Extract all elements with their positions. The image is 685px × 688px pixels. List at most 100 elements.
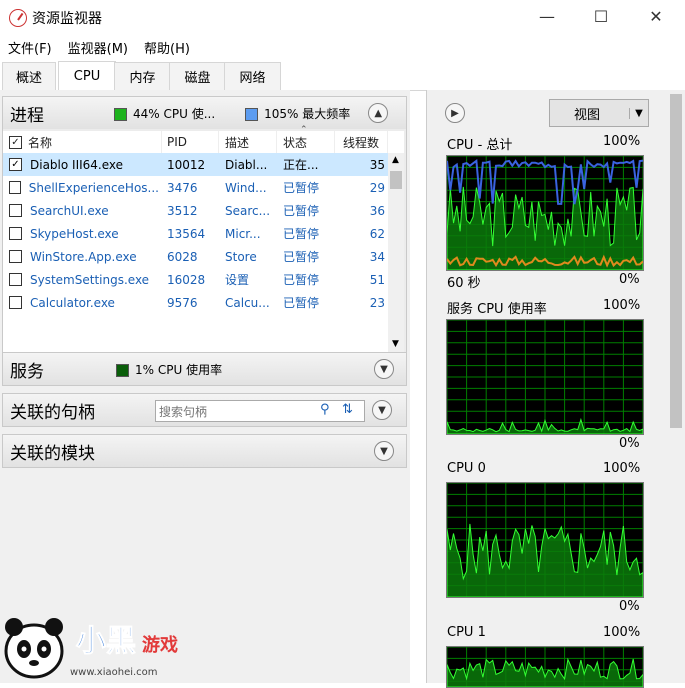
collapse-up-icon[interactable]: ▲: [368, 103, 389, 123]
cpu-0-graph-max: 100%: [603, 461, 641, 476]
menu-help[interactable]: 帮助(H): [136, 34, 198, 58]
process-pid: 13564: [167, 226, 206, 241]
row-checkbox[interactable]: [9, 250, 22, 263]
cpu-1-graph-max: 100%: [603, 625, 641, 640]
process-header[interactable]: 进程 44% CPU 使... 105% 最大频率 ▲: [3, 97, 406, 129]
process-name-text: SkypeHost.exe: [30, 226, 119, 241]
table-row[interactable]: Calculator.exe 9576 Calcu... 已暂停 23: [3, 291, 388, 314]
process-desc: Micr...: [225, 226, 261, 241]
table-row[interactable]: SearchUI.exe 3512 Searc... 已暂停 36: [3, 199, 388, 222]
row-checkbox[interactable]: [9, 227, 22, 240]
service-cpu-graph-min: 0%: [619, 436, 640, 451]
svg-text:小黑: 小黑: [76, 624, 136, 659]
cpu-0-graph: [446, 482, 644, 598]
cpu-total-graph-timespan: 60 秒: [447, 276, 481, 291]
max-freq-text: 105% 最大频率: [264, 106, 351, 121]
collapse-graphs-icon[interactable]: ▶: [445, 103, 465, 123]
process-name: SearchUI.exe: [9, 199, 159, 222]
title-bar: 资源监视器 — ☐ ✕: [0, 0, 685, 34]
table-row[interactable]: SystemSettings.exe 16028 设置 已暂停 51: [3, 268, 388, 291]
tab-cpu[interactable]: CPU: [58, 61, 116, 92]
select-all-checkbox[interactable]: ✓: [9, 135, 22, 149]
table-row[interactable]: WinStore.App.exe 6028 Store 已暂停 34: [3, 245, 388, 268]
process-pid: 10012: [167, 157, 206, 172]
cpu-1-graph: [446, 646, 644, 688]
row-checkbox[interactable]: [9, 273, 22, 286]
vertical-scroll-thumb[interactable]: [390, 171, 402, 189]
process-status: 已暂停: [283, 204, 320, 218]
process-threads: 34: [369, 249, 385, 264]
services-usage-text: 1% CPU 使用率: [135, 362, 223, 377]
tab-overview[interactable]: 概述: [2, 62, 56, 90]
process-desc: Searc...: [225, 203, 271, 218]
process-name: SystemSettings.exe: [9, 268, 159, 291]
modules-header[interactable]: 关联的模块 ▼: [3, 435, 406, 467]
view-label: 视图: [574, 107, 601, 123]
table-row[interactable]: ✓ Diablo III64.exe 10012 Diabl... 正在... 35: [3, 153, 388, 176]
right-pane-scrollbar[interactable]: [667, 90, 685, 683]
modules-expand-icon[interactable]: ▼: [374, 441, 394, 461]
process-title: 进程: [10, 105, 44, 126]
process-status: 已暂停: [283, 273, 320, 287]
process-threads: 29: [369, 180, 385, 195]
table-vertical-scrollbar[interactable]: ▲ ▼: [388, 153, 404, 354]
menu-monitor[interactable]: 监视器(M): [60, 34, 136, 58]
row-checkbox[interactable]: ✓: [9, 158, 22, 171]
tab-disk[interactable]: 磁盘: [169, 62, 226, 90]
process-threads: 62: [369, 226, 385, 241]
cpu-usage-swatch: [114, 107, 127, 121]
handles-expand-icon[interactable]: ▼: [372, 400, 392, 420]
services-section: 服务 1% CPU 使用率 ▼: [2, 352, 407, 386]
column-threads[interactable]: 线程数: [335, 131, 388, 153]
cpu-total-graph-title: CPU - 总计: [447, 138, 513, 153]
row-checkbox[interactable]: [9, 181, 21, 194]
expand-down-icon[interactable]: ▼: [374, 359, 394, 379]
services-title: 服务: [10, 361, 44, 382]
table-row[interactable]: ShellExperienceHos... 3476 Wind... 已暂停 29: [3, 176, 388, 199]
minimize-button[interactable]: —: [524, 0, 570, 32]
view-button[interactable]: 视图 ▼: [549, 99, 649, 127]
services-header[interactable]: 服务 1% CPU 使用率 ▼: [3, 353, 406, 385]
view-dropdown-icon[interactable]: ▼: [629, 107, 648, 119]
search-handles-input[interactable]: 搜索句柄 ⚲ ⇅: [155, 400, 365, 422]
service-cpu-graph-max: 100%: [603, 298, 641, 313]
process-section: 进程 44% CPU 使... 105% 最大频率 ▲ ✓ 名称 PID 描述 …: [2, 96, 407, 370]
search-icon[interactable]: ⚲: [320, 402, 330, 417]
refresh-search-icon[interactable]: ⇅: [342, 402, 353, 417]
tab-network[interactable]: 网络: [224, 62, 281, 90]
maximize-button[interactable]: ☐: [578, 0, 624, 32]
process-status: 已暂停: [283, 296, 320, 310]
process-status: 已暂停: [283, 250, 320, 264]
sort-indicator-icon: ⌃: [300, 125, 308, 135]
process-name-text: WinStore.App.exe: [30, 249, 137, 264]
tab-strip: 概述 CPU 内存 磁盘 网络: [0, 61, 685, 92]
process-desc: Diabl...: [225, 157, 268, 172]
max-freq-indicator: 105% 最大频率: [245, 105, 350, 122]
column-name[interactable]: ✓ 名称: [3, 131, 162, 153]
modules-section: 关联的模块 ▼: [2, 434, 407, 468]
process-status: 已暂停: [283, 181, 320, 195]
process-threads: 51: [369, 272, 385, 287]
cpu-total-graph-max: 100%: [603, 134, 641, 149]
close-button[interactable]: ✕: [633, 0, 679, 32]
scroll-down-icon[interactable]: ▼: [392, 339, 399, 349]
search-handles-placeholder: 搜索句柄: [159, 405, 208, 419]
column-desc[interactable]: 描述: [219, 131, 277, 153]
right-scroll-thumb[interactable]: [670, 94, 682, 428]
scroll-up-icon[interactable]: ▲: [392, 155, 399, 165]
services-usage-swatch: [116, 363, 129, 377]
tab-memory[interactable]: 内存: [114, 62, 171, 90]
process-pid: 3476: [167, 180, 198, 195]
service-cpu-graph: [446, 319, 644, 435]
column-pid[interactable]: PID: [161, 131, 219, 153]
svg-text:www.xiaohei.com: www.xiaohei.com: [70, 667, 158, 678]
process-pid: 3512: [167, 203, 198, 218]
row-checkbox[interactable]: [9, 204, 22, 217]
menu-file[interactable]: 文件(F): [0, 34, 60, 58]
cpu-0-graph-min: 0%: [619, 599, 640, 614]
process-table: ✓ 名称 PID 描述 状态 线程数 ⌃ ✓ Diablo III64.exe 10…: [3, 125, 404, 370]
process-name-text: SearchUI.exe: [30, 203, 109, 218]
row-checkbox[interactable]: [9, 296, 22, 309]
table-row[interactable]: SkypeHost.exe 13564 Micr... 已暂停 62: [3, 222, 388, 245]
process-name: SkypeHost.exe: [9, 222, 159, 245]
